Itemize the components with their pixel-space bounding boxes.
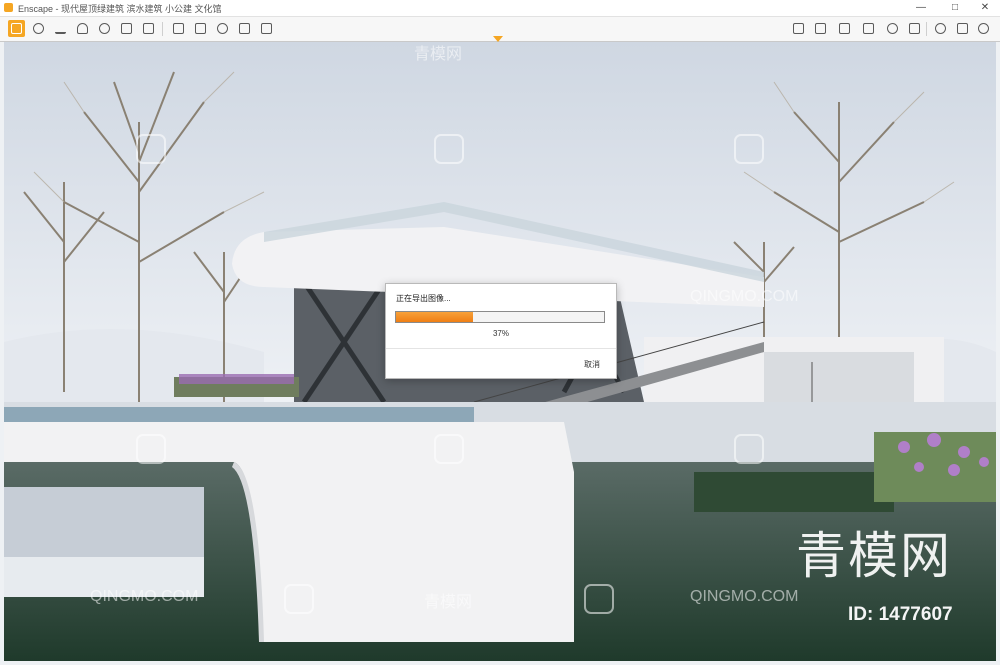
enscape-logo-icon bbox=[4, 3, 13, 12]
toolbar-separator bbox=[162, 22, 163, 36]
dialog-title: 正在导出图像... bbox=[396, 294, 451, 303]
watermark-logo-icon bbox=[584, 584, 614, 614]
watermark-brand-large: 青模网 bbox=[796, 527, 952, 585]
text-icon[interactable] bbox=[52, 20, 69, 37]
settings-icon[interactable] bbox=[954, 20, 971, 37]
watermark-text: 青模网 bbox=[424, 594, 473, 611]
progress-percent: 37% bbox=[492, 329, 509, 338]
title-bar: Enscape - 现代屋顶绿建筑 滨水建筑 小公建 文化馆 — □ ✕ bbox=[0, 0, 1000, 17]
panorama-icon[interactable] bbox=[214, 20, 231, 37]
window-icon[interactable] bbox=[836, 20, 853, 37]
watermark-text: QINGMO.COM bbox=[690, 288, 799, 305]
box-icon[interactable] bbox=[140, 20, 157, 37]
watermark-logo-icon bbox=[434, 134, 464, 164]
asset-library-icon[interactable] bbox=[790, 20, 807, 37]
watermark-text: QINGMO.COM bbox=[90, 588, 199, 605]
close-button[interactable]: ✕ bbox=[972, 0, 998, 16]
watermark-text: 青模网 bbox=[414, 46, 463, 63]
watermark-logo-icon bbox=[434, 434, 464, 464]
pen-icon[interactable] bbox=[30, 20, 47, 37]
watermark-id: ID: 1477607 bbox=[848, 604, 953, 625]
sky-icon[interactable] bbox=[884, 20, 901, 37]
watermark-logo-icon bbox=[734, 134, 764, 164]
batch-icon[interactable] bbox=[258, 20, 275, 37]
export-progress-dialog: 正在导出图像... 37% 取消 bbox=[385, 283, 617, 379]
video-export-icon[interactable] bbox=[236, 20, 253, 37]
capture-icon[interactable] bbox=[170, 20, 187, 37]
image-export-icon[interactable] bbox=[192, 20, 209, 37]
books-icon[interactable] bbox=[118, 20, 135, 37]
minimize-button[interactable]: — bbox=[908, 0, 934, 16]
cube-icon[interactable] bbox=[860, 20, 877, 37]
watermark-text: QINGMO.COM bbox=[690, 588, 799, 605]
window-title: Enscape - 现代屋顶绿建筑 滨水建筑 小公建 文化馆 bbox=[18, 4, 222, 14]
binoculars-icon[interactable] bbox=[96, 20, 113, 37]
vr-icon[interactable] bbox=[906, 20, 923, 37]
help-icon[interactable] bbox=[975, 20, 992, 37]
maximize-button[interactable]: □ bbox=[942, 0, 968, 16]
dialog-divider bbox=[386, 348, 616, 349]
progress-bar-fill bbox=[396, 312, 473, 322]
cancel-button[interactable]: 取消 bbox=[584, 359, 600, 370]
watermark-logo-icon bbox=[136, 134, 166, 164]
material-icon[interactable] bbox=[812, 20, 829, 37]
home-icon[interactable] bbox=[8, 20, 25, 37]
toolbar-separator bbox=[926, 22, 927, 36]
watermark-logo-icon bbox=[734, 434, 764, 464]
toolbar bbox=[0, 17, 1000, 42]
watermark-logo-icon bbox=[136, 434, 166, 464]
eye-settings-icon[interactable] bbox=[932, 20, 949, 37]
watermark-logo-icon bbox=[284, 584, 314, 614]
progress-bar bbox=[395, 311, 605, 323]
user-icon[interactable] bbox=[74, 20, 91, 37]
